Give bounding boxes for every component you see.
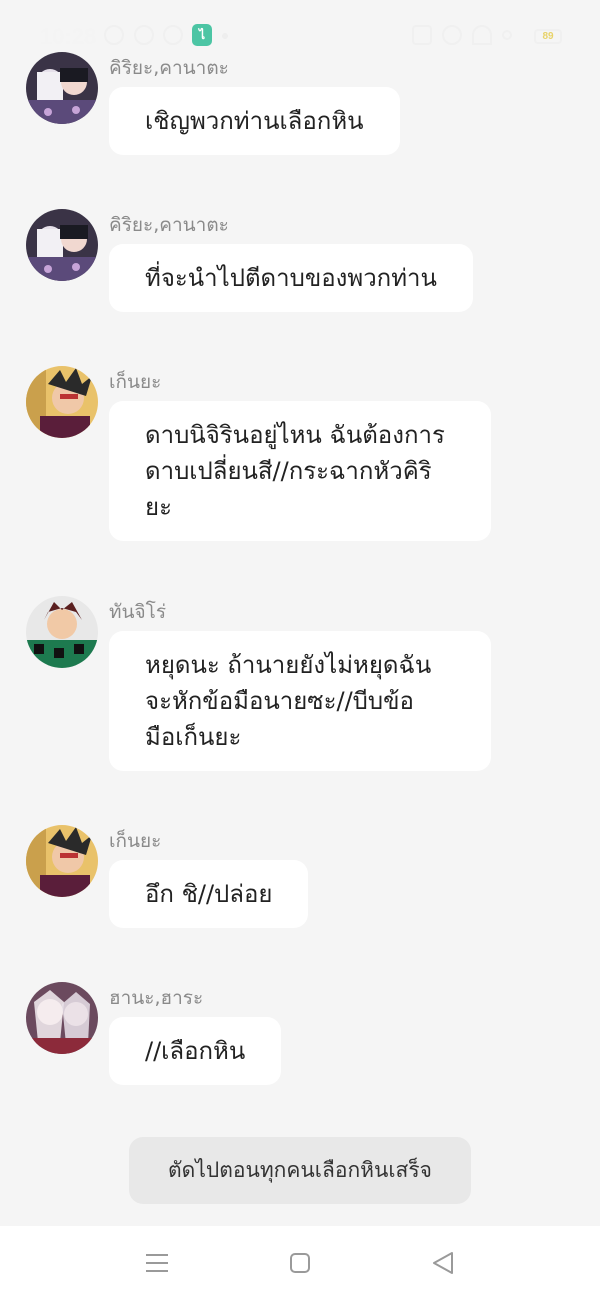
message-text-line: ดาบเปลี่ยนสี//กระฉากหัวคิริ — [145, 457, 432, 485]
message-text-line: จะหักข้อมือนายซะ//บีบข้อ — [145, 687, 414, 715]
hana-hara-avatar[interactable] — [26, 982, 98, 1054]
back-button[interactable] — [428, 1248, 458, 1278]
message-bubble[interactable]: เชิญพวกท่านเลือกหิน — [109, 87, 400, 155]
message-bubble[interactable]: ดาบนิจิรินอยู่ไหน ฉันต้องการ ดาบเปลี่ยนส… — [109, 401, 491, 541]
notification-dot-icon — [222, 33, 228, 39]
facebook-icon — [134, 25, 154, 45]
message-bubble[interactable]: อึก ชิ//ปล่อย — [109, 860, 309, 928]
status-bar: 10:28 ไ 89 — [0, 0, 600, 72]
message-bubble[interactable]: //เลือกหิน — [109, 1017, 282, 1085]
menu-button[interactable] — [142, 1248, 172, 1278]
narration-text: ตัดไปตอนทุกคนเลือกหินเสร็จ — [168, 1158, 432, 1182]
message-bubble[interactable]: ที่จะนำไปตีดาบของพวกท่าน — [109, 244, 473, 312]
menu-icon — [146, 1254, 168, 1272]
message-text-line: มือเก็นยะ — [145, 723, 242, 751]
sender-name: คิริยะ,คานาตะ — [109, 57, 229, 79]
message-text: //เลือกหิน — [145, 1037, 246, 1065]
sender-name: เก็นยะ — [109, 371, 162, 393]
message-bubble[interactable]: หยุดนะ ถ้านายยังไม่หยุดฉัน จะหักข้อมือนา… — [109, 631, 491, 771]
signal-icon — [502, 30, 512, 40]
home-square-icon — [290, 1253, 310, 1273]
sync-icon — [163, 25, 183, 45]
wifi-icon — [472, 25, 492, 45]
message-text: เชิญพวกท่านเลือกหิน — [145, 107, 364, 135]
message-text: ที่จะนำไปตีดาบของพวกท่าน — [145, 264, 437, 292]
system-nav-bar — [0, 1226, 600, 1300]
chat-bubble-icon — [104, 25, 124, 45]
kiriya-kanata-avatar[interactable] — [26, 209, 98, 281]
battery-icon: 89 — [534, 29, 562, 44]
tanjiro-avatar[interactable] — [26, 596, 98, 668]
sender-name: คิริยะ,คานาตะ — [109, 214, 229, 236]
kiriya-kanata-avatar[interactable] — [26, 52, 98, 124]
app-icon: ไ — [192, 24, 212, 46]
message-text: อึก ชิ//ปล่อย — [145, 880, 273, 908]
sender-name: เก็นยะ — [109, 830, 162, 852]
status-time: 10:28 — [40, 24, 97, 49]
alarm-icon — [442, 25, 462, 45]
message-text-line: ดาบนิจิรินอยู่ไหน ฉันต้องการ — [145, 421, 445, 449]
genya-avatar[interactable] — [26, 366, 98, 438]
sender-name: ทันจิโร่ — [109, 601, 167, 623]
message-text-line: ยะ — [145, 493, 172, 521]
genya-avatar[interactable] — [26, 825, 98, 897]
home-button[interactable] — [285, 1248, 315, 1278]
vibrate-icon — [412, 25, 432, 45]
sender-name: ฮานะ,ฮาระ — [109, 987, 204, 1009]
back-triangle-icon — [433, 1252, 453, 1274]
narration-bubble[interactable]: ตัดไปตอนทุกคนเลือกหินเสร็จ — [129, 1137, 471, 1204]
message-text-line: หยุดนะ ถ้านายยังไม่หยุดฉัน — [145, 651, 432, 679]
